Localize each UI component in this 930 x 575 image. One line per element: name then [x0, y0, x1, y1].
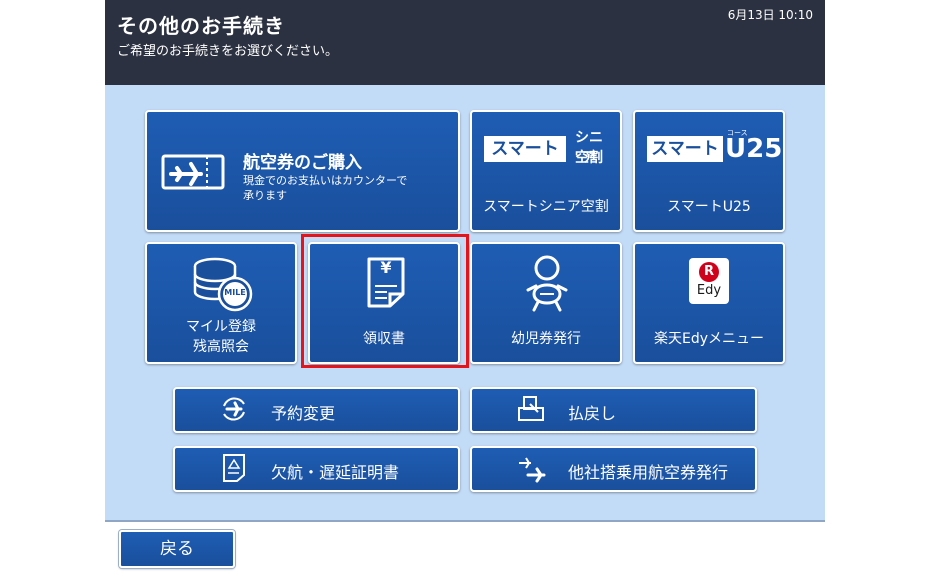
airplane-ticket-icon: [161, 154, 225, 190]
rakuten-edy-button[interactable]: R Edy 楽天Edyメニュー: [633, 242, 785, 364]
mile-label-line2: 残高照会: [193, 339, 249, 355]
other-airline-plane-icon: [519, 457, 546, 483]
smart-u25-label: スマートU25: [667, 199, 751, 215]
menu-area: 航空券のご購入 現金でのお支払いはカウンターで 承ります スマート シニア 空割…: [105, 85, 825, 522]
mile-coin-text: MILE: [224, 288, 246, 297]
smart-senior-logo-sub2: 空割: [575, 150, 603, 166]
smart-senior-logo-sub1: シニア: [575, 130, 603, 166]
edy-logo-text: Edy: [696, 283, 722, 298]
rakuten-edy-label: 楽天Edyメニュー: [653, 331, 765, 347]
airplane-change-icon: [223, 397, 245, 421]
refund-card-icon: [518, 396, 544, 421]
refund-label: 払戻し: [568, 404, 617, 423]
delay-certificate-button[interactable]: 欠航・遅延証明書: [173, 446, 460, 492]
footer-bar: 戻る: [105, 522, 825, 575]
smart-u25-logo-sub: U25: [725, 134, 783, 164]
receipt-label: 領収書: [363, 331, 405, 347]
ticket-purchase-desc-line2: 承ります: [243, 189, 287, 202]
baby-icon: [526, 255, 568, 312]
page-title: その他のお手続き: [117, 14, 285, 38]
smart-u25-logo-main: スマート: [647, 136, 723, 162]
refund-button[interactable]: 払戻し: [470, 387, 757, 433]
mile-button[interactable]: MILE マイル登録 残高照会: [145, 242, 297, 364]
smart-senior-label: スマートシニア空割: [483, 199, 609, 215]
infant-ticket-button[interactable]: 幼児券発行: [470, 242, 622, 364]
edy-logo-r: R: [699, 262, 719, 282]
mile-coins-icon: [193, 257, 253, 312]
kiosk-screen: その他のお手続き ご希望のお手続きをお選びください。 6月13日 10:10 航…: [105, 0, 825, 575]
delay-certificate-label: 欠航・遅延証明書: [271, 463, 400, 482]
receipt-button[interactable]: ¥ 領収書: [308, 242, 460, 364]
back-button[interactable]: 戻る: [119, 530, 235, 568]
smart-u25-button[interactable]: スマート コース U25 スマートU25: [633, 110, 785, 232]
date-time: 6月13日 10:10: [727, 8, 813, 22]
other-airline-ticket-label: 他社搭乗用航空券発行: [568, 463, 729, 482]
ticket-purchase-title: 航空券のご購入: [243, 153, 362, 173]
infant-ticket-label: 幼児券発行: [511, 331, 581, 347]
edy-logo: R Edy: [689, 258, 729, 304]
warning-document-icon: [223, 454, 245, 482]
reservation-change-button[interactable]: 予約変更: [173, 387, 460, 433]
smart-senior-logo: スマート シニア 空割: [484, 128, 608, 170]
receipt-yen-glyph: ¥: [380, 258, 392, 277]
smart-senior-button[interactable]: スマート シニア 空割 スマートシニア空割: [470, 110, 622, 232]
header-bar: その他のお手続き ご希望のお手続きをお選びください。 6月13日 10:10: [105, 0, 825, 85]
other-airline-ticket-button[interactable]: 他社搭乗用航空券発行: [470, 446, 757, 492]
ticket-purchase-desc-line1: 現金でのお支払いはカウンターで: [243, 174, 408, 187]
mile-label-line1: マイル登録: [186, 319, 256, 335]
page-subtitle: ご希望のお手続きをお選びください。: [117, 44, 339, 59]
smart-senior-logo-main: スマート: [484, 136, 566, 162]
ticket-purchase-button[interactable]: 航空券のご購入 現金でのお支払いはカウンターで 承ります: [145, 110, 460, 232]
smart-u25-logo: スマート コース U25: [647, 128, 782, 170]
reservation-change-label: 予約変更: [271, 404, 336, 423]
